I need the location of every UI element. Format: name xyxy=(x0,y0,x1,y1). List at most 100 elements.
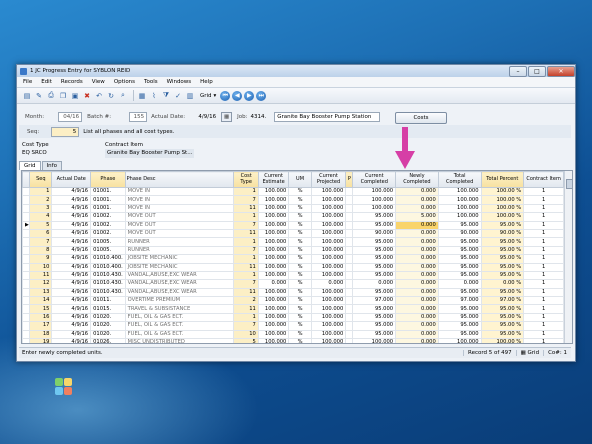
cell-current-completed[interactable]: 100.000 xyxy=(352,338,397,343)
cell-p[interactable] xyxy=(345,203,354,214)
cell-current-estimate[interactable]: 100.000 xyxy=(257,245,290,256)
cell-um[interactable]: % xyxy=(288,304,312,314)
cell-actual-date[interactable]: 4/9/16 xyxy=(51,262,92,272)
cell-um[interactable]: % xyxy=(288,287,312,298)
cell-cost-type[interactable]: 1 xyxy=(233,237,259,247)
cell-current-completed[interactable]: 97.000 xyxy=(352,296,397,306)
cell-actual-date[interactable]: 4/9/16 xyxy=(51,279,92,289)
cell-phase[interactable]: 01005. xyxy=(90,237,126,247)
cell-current-projected[interactable]: 100.000 xyxy=(310,287,347,298)
cell-cost-type[interactable]: 11 xyxy=(233,203,259,214)
tab-grid[interactable]: Grid xyxy=(19,161,41,170)
cell-total-completed[interactable]: 95.000 xyxy=(437,321,482,331)
menu-windows[interactable]: Windows xyxy=(167,79,192,85)
cell-current-completed[interactable]: 100.000 xyxy=(352,186,397,197)
notes-icon[interactable]: ▦ xyxy=(137,91,147,101)
col-phase[interactable]: Phase xyxy=(90,171,126,188)
cell-total-percent[interactable]: 95.00 % xyxy=(480,329,525,340)
cell-phase[interactable]: 01010.430. xyxy=(90,287,126,298)
cell-phase-desc[interactable]: VANDAL,ABUSE,EXC WEAR xyxy=(124,279,235,289)
close-button[interactable]: ✕ xyxy=(547,66,575,77)
cell-current-estimate[interactable]: 100.000 xyxy=(257,237,290,247)
cell-newly-completed[interactable]: 0.000 xyxy=(395,186,439,197)
cell-contract-item[interactable]: 1 xyxy=(523,228,564,239)
cell-phase-desc[interactable]: RUNNER xyxy=(124,245,235,256)
cell-p[interactable] xyxy=(345,329,354,340)
cell-total-percent[interactable]: 100.00 % xyxy=(480,338,525,343)
cell-current-estimate[interactable]: 100.000 xyxy=(257,287,290,298)
cell-newly-completed[interactable]: 0.000 xyxy=(395,279,439,289)
cell-current-completed[interactable]: 95.000 xyxy=(352,329,397,340)
cell-current-projected[interactable]: 100.000 xyxy=(310,228,347,239)
cell-um[interactable]: % xyxy=(288,212,312,222)
cell-current-projected[interactable]: 100.000 xyxy=(310,220,347,230)
cell-current-estimate[interactable]: 100.000 xyxy=(257,220,290,230)
cell-current-projected[interactable]: 100.000 xyxy=(310,338,347,343)
last-record-icon[interactable]: ⏭ xyxy=(256,90,267,101)
cell-current-completed[interactable]: 95.000 xyxy=(352,304,397,314)
cell-phase[interactable]: 01010.430. xyxy=(90,270,126,281)
cell-seq[interactable]: 16 xyxy=(29,312,53,323)
cell-current-projected[interactable]: 100.000 xyxy=(310,312,347,323)
cell-p[interactable] xyxy=(345,245,354,256)
cell-phase[interactable]: 01002. xyxy=(90,212,126,222)
cell-total-percent[interactable]: 95.00 % xyxy=(480,254,525,264)
cell-seq[interactable]: 18 xyxy=(29,329,53,340)
cell-current-projected[interactable]: 100.000 xyxy=(310,296,347,306)
table-row[interactable]: 3 4/9/16 01001. MOVE IN 11 100.000% 100.000 100… xyxy=(22,203,564,214)
cell-p[interactable] xyxy=(345,228,354,239)
menu-records[interactable]: Records xyxy=(61,79,83,85)
refresh-icon[interactable]: ↻ xyxy=(106,91,116,101)
vertical-scrollbar[interactable] xyxy=(564,171,572,343)
table-row[interactable]: 15 4/9/16 01015. TRAVEL & SUBSISTANCE 11 100.… xyxy=(22,304,564,314)
cell-contract-item[interactable]: 1 xyxy=(523,329,564,340)
cell-total-percent[interactable]: 95.00 % xyxy=(480,237,525,247)
cell-contract-item[interactable]: 1 xyxy=(523,186,564,197)
cell-current-projected[interactable]: 100.000 xyxy=(310,245,347,256)
cell-p[interactable] xyxy=(345,321,354,331)
cell-um[interactable]: % xyxy=(288,270,312,281)
cell-contract-item[interactable]: 1 xyxy=(523,254,564,264)
cell-phase[interactable]: 01002. xyxy=(90,220,126,230)
col-current-projected[interactable]: Current Projected xyxy=(310,171,347,188)
cell-total-completed[interactable]: 95.000 xyxy=(437,304,482,314)
cell-phase[interactable]: 01005. xyxy=(90,245,126,256)
cell-current-completed[interactable]: 95.000 xyxy=(352,262,397,272)
cell-phase-desc[interactable]: MOVE OUT xyxy=(124,220,235,230)
cell-newly-completed[interactable]: 0.000 xyxy=(395,195,439,205)
cell-current-projected[interactable]: 100.000 xyxy=(310,321,347,331)
new-icon[interactable]: ▤ xyxy=(22,91,32,101)
cell-contract-item[interactable]: 1 xyxy=(523,203,564,214)
calendar-icon[interactable]: ▦ xyxy=(221,112,233,122)
cell-current-estimate[interactable]: 100.000 xyxy=(257,312,290,323)
cell-current-projected[interactable]: 100.000 xyxy=(310,329,347,340)
spellcheck-icon[interactable]: ✓ xyxy=(173,91,183,101)
cell-cost-type[interactable]: 7 xyxy=(233,195,259,205)
cell-phase-desc[interactable]: MOVE IN xyxy=(124,186,235,197)
cell-current-estimate[interactable]: 100.000 xyxy=(257,296,290,306)
cell-p[interactable] xyxy=(345,220,354,230)
cell-um[interactable]: % xyxy=(288,338,312,343)
seq-field[interactable]: 5 xyxy=(51,126,80,137)
cell-total-percent[interactable]: 95.00 % xyxy=(480,321,525,331)
cell-phase-desc[interactable]: MOVE OUT xyxy=(124,228,235,239)
cell-phase[interactable]: 01020. xyxy=(90,329,126,340)
cell-newly-completed[interactable]: 0.000 xyxy=(395,296,439,306)
cell-current-estimate[interactable]: 100.000 xyxy=(257,329,290,340)
table-row[interactable]: 6 4/9/16 01002. MOVE OUT 11 100.000% 100.000 90… xyxy=(22,228,564,239)
cell-current-estimate[interactable]: 100.000 xyxy=(257,304,290,314)
cell-seq[interactable]: 10 xyxy=(29,262,53,272)
cell-p[interactable] xyxy=(345,237,354,247)
cell-cost-type[interactable]: 11 xyxy=(233,287,259,298)
cell-phase[interactable]: 01010.400. xyxy=(90,254,126,264)
cell-current-projected[interactable]: 100.000 xyxy=(310,304,347,314)
row-selector[interactable] xyxy=(22,270,31,281)
cell-seq[interactable]: 2 xyxy=(29,195,53,205)
cell-actual-date[interactable]: 4/9/16 xyxy=(51,186,92,197)
cell-actual-date[interactable]: 4/9/16 xyxy=(51,195,92,205)
cell-um[interactable]: % xyxy=(288,203,312,214)
cell-seq[interactable]: 6 xyxy=(29,228,53,239)
cell-phase-desc[interactable]: FUEL, OIL & GAS ECT. xyxy=(124,312,235,323)
cell-current-estimate[interactable]: 100.000 xyxy=(257,228,290,239)
cell-newly-completed[interactable]: 0.000 xyxy=(395,228,439,239)
